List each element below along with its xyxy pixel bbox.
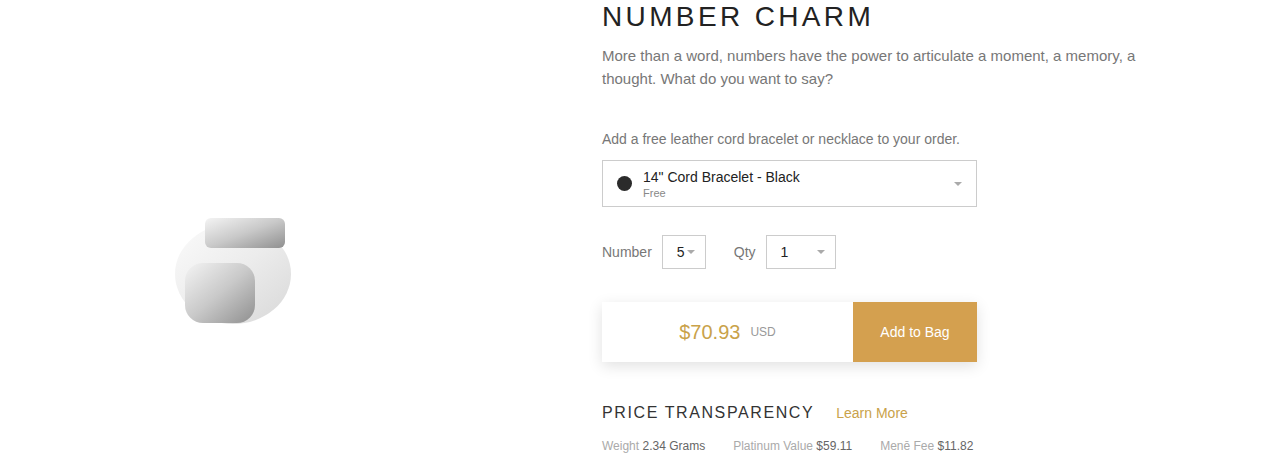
option-field: Number 5: [602, 235, 706, 269]
price-box: $70.93 USD: [602, 302, 853, 362]
details-column: NUMBER CHARM More than a word, numbers ha…: [602, 0, 1182, 467]
option-field: Qty 1: [734, 235, 836, 269]
cord-select[interactable]: 14" Cord Bracelet - BlackFree: [602, 160, 977, 207]
product-page: NUMBER CHARM More than a word, numbers ha…: [0, 0, 1280, 467]
cord-caret-icon: [954, 182, 962, 186]
option-select[interactable]: 1: [766, 235, 836, 269]
charm-image: [165, 208, 300, 333]
transparency-item: Weight 2.34 Grams: [602, 437, 705, 455]
option-value: 5: [677, 242, 685, 263]
add-to-bag-button[interactable]: Add to Bag: [853, 302, 977, 362]
option-caret-icon: [687, 250, 695, 254]
price-currency: USD: [750, 323, 775, 341]
option-label: Qty: [734, 242, 756, 263]
transparency-item: Menē Fee $11.82: [880, 437, 973, 455]
options-row: Number 5 Qty 1: [602, 235, 1182, 269]
transparency-header: PRICE TRANSPARENCY Learn More: [602, 402, 1182, 424]
option-label: Number: [602, 242, 652, 263]
image-column: [0, 0, 602, 467]
purchase-bar: $70.93 USD Add to Bag: [602, 302, 977, 362]
price-amount: $70.93: [679, 317, 740, 347]
option-caret-icon: [817, 250, 825, 254]
transparency-items: Weight 2.34 Grams Platinum Value $59.11 Me…: [602, 437, 1182, 455]
cord-label: 14" Cord Bracelet - Black: [643, 168, 954, 186]
cord-prompt: Add a free leather cord bracelet or neck…: [602, 129, 1182, 149]
cord-color-dot: [617, 176, 632, 191]
product-description: More than a word, numbers have the power…: [602, 44, 1167, 90]
option-value: 1: [781, 242, 789, 263]
transparency-item: Platinum Value $59.11: [733, 437, 852, 455]
learn-more-link[interactable]: Learn More: [836, 403, 908, 424]
cord-price: Free: [643, 186, 954, 200]
option-select[interactable]: 5: [662, 235, 706, 269]
transparency-title: PRICE TRANSPARENCY: [602, 402, 814, 424]
product-title: NUMBER CHARM: [602, 0, 1182, 34]
